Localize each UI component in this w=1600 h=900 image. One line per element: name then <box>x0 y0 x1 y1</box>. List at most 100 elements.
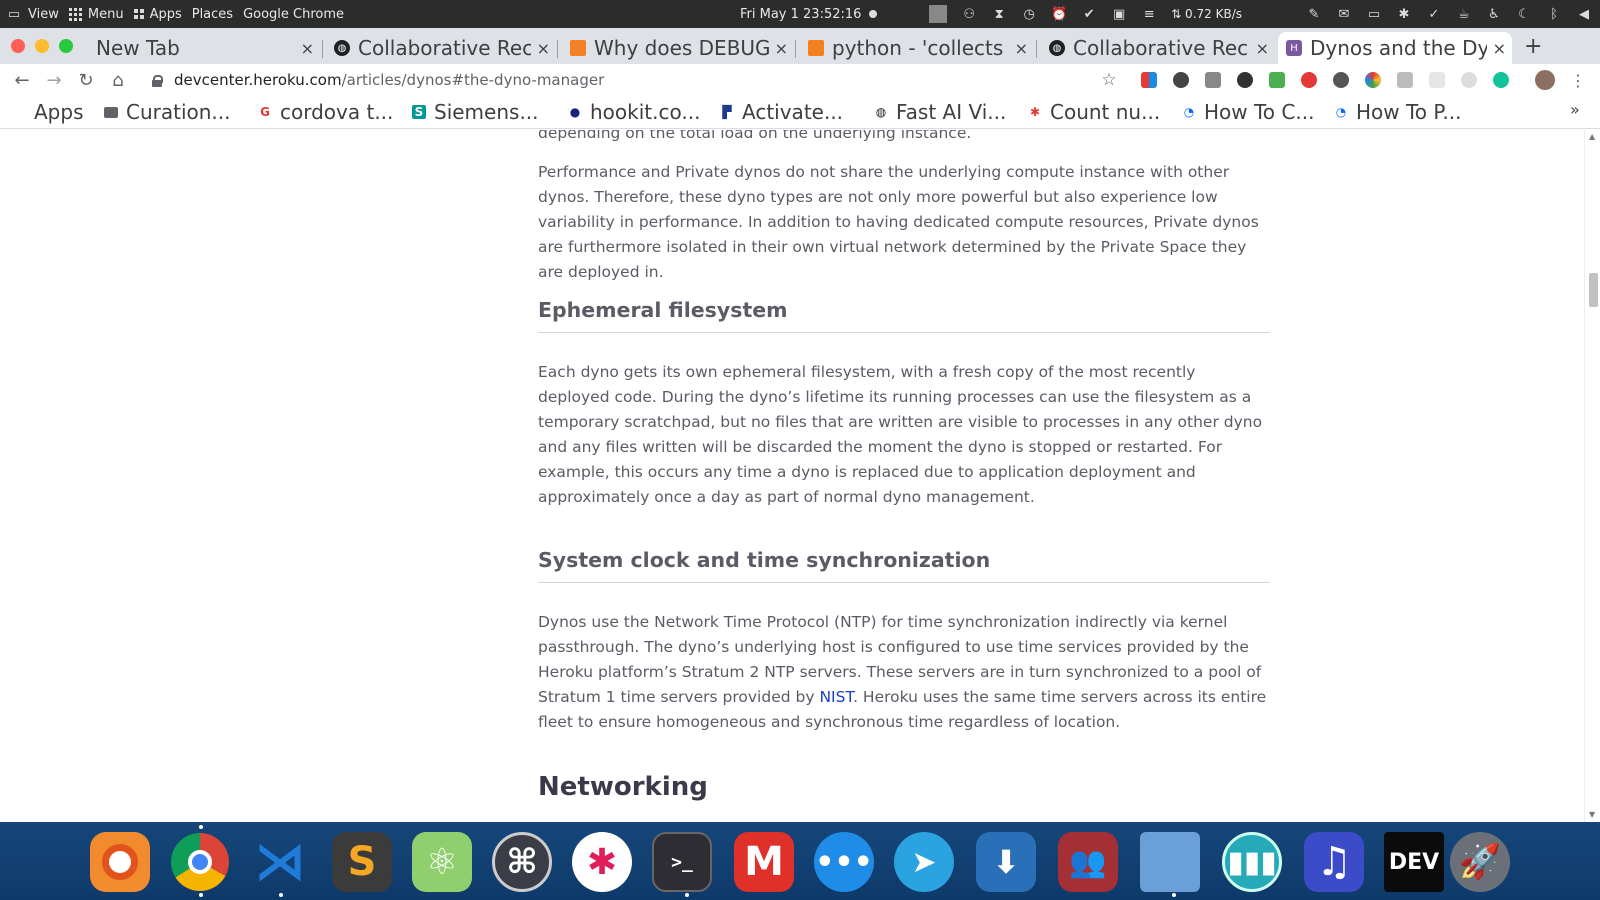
bookmark-star-button[interactable]: ☆ <box>1097 68 1121 92</box>
tab-why-does-debug[interactable]: Why does DEBUG × <box>562 32 794 64</box>
checkmark-tray-icon[interactable]: ✓ <box>1426 6 1442 22</box>
window-icon: ▭ <box>7 6 21 22</box>
forward-button[interactable]: → <box>42 68 66 92</box>
pin-extension-icon[interactable] <box>1205 72 1221 88</box>
globe-icon: ◍ <box>334 40 350 56</box>
tab-dynos-active[interactable]: H Dynos and the Dy × <box>1278 32 1512 64</box>
green-arrow-extension-icon[interactable] <box>1269 72 1285 88</box>
bookmark-siemens[interactable]: S Siemens... <box>412 100 539 124</box>
grammarly-extension-icon[interactable] <box>1493 72 1509 88</box>
view-menu[interactable]: ▭ View <box>6 6 59 22</box>
terminal-icon[interactable]: >_ <box>652 832 712 892</box>
pencil-icon[interactable]: ✎ <box>1306 6 1322 22</box>
atom-icon[interactable]: ⚛ <box>412 832 472 892</box>
nist-link[interactable]: NIST <box>819 688 853 706</box>
bookmarks-bar: Apps Curation... G cordova t... S Siemen… <box>0 96 1600 129</box>
reload-button[interactable]: ↻ <box>74 68 98 92</box>
bookmark-curation[interactable]: Curation... <box>104 100 231 124</box>
volume-icon[interactable]: ◀ <box>1576 6 1592 22</box>
scrollbar-thumb[interactable] <box>1589 273 1598 307</box>
telegram-icon[interactable]: ➤ <box>894 832 954 892</box>
clipboard-icon[interactable]: ≡ <box>1141 6 1157 22</box>
close-icon[interactable]: × <box>775 39 788 58</box>
close-icon[interactable]: × <box>1015 39 1028 58</box>
clock-area[interactable]: Fri May 1 23:52:16 <box>740 0 878 28</box>
night-mode-icon[interactable]: ☾ <box>1516 6 1532 22</box>
close-icon[interactable]: × <box>537 39 550 58</box>
stats-icon[interactable]: ▮▮▮ <box>1222 832 1282 892</box>
github-extension-icon[interactable] <box>1173 72 1189 88</box>
places-menu[interactable]: Places <box>192 7 233 22</box>
accessibility-icon[interactable]: ♿ <box>1486 6 1502 22</box>
tab-title: python - 'collects <box>832 36 1004 60</box>
places-label: Places <box>191 6 234 22</box>
coffee-icon[interactable]: ☕ <box>1456 6 1472 22</box>
download-extension-icon[interactable] <box>1237 72 1253 88</box>
bookmark-apps[interactable]: Apps <box>12 100 84 124</box>
back-button[interactable]: ← <box>10 68 34 92</box>
close-icon[interactable]: × <box>1256 39 1269 58</box>
workspace-icon[interactable] <box>929 5 948 23</box>
gitkraken-icon[interactable]: ⌘ <box>492 832 552 892</box>
close-window-button[interactable] <box>11 39 25 53</box>
gmail-icon[interactable]: M <box>734 832 794 892</box>
files-icon[interactable] <box>1140 832 1200 892</box>
slack-tray-icon[interactable]: ✱ <box>1396 6 1412 22</box>
launcher-icon[interactable]: 🚀 <box>1450 832 1510 892</box>
tab-new-tab[interactable]: New Tab × <box>88 32 320 64</box>
new-tab-button[interactable]: + <box>1524 34 1542 59</box>
image-extension-icon[interactable] <box>1397 72 1413 88</box>
extension-colorful-icon[interactable] <box>1141 72 1157 88</box>
active-app-menu[interactable]: Google Chrome <box>243 7 344 22</box>
bookmark-how-to-p[interactable]: ◔ How To P... <box>1334 100 1462 124</box>
hourglass-icon[interactable]: ⧗ <box>991 6 1007 22</box>
home-button[interactable]: ⌂ <box>106 68 130 92</box>
chrome-icon[interactable] <box>170 832 230 892</box>
grey-extension-icon[interactable] <box>1429 72 1445 88</box>
firefox-icon[interactable] <box>90 832 150 892</box>
display-icon[interactable]: ▭ <box>1366 6 1382 22</box>
close-icon[interactable]: × <box>301 39 314 58</box>
timer-icon[interactable]: ◷ <box>1021 6 1037 22</box>
tab-python-collects[interactable]: python - 'collects × <box>800 32 1034 64</box>
sublime-text-icon[interactable]: S <box>332 832 392 892</box>
bookmark-cordova[interactable]: G cordova t... <box>258 100 393 124</box>
menu-button[interactable]: Menu <box>68 7 124 22</box>
lock-tray-icon[interactable]: ▣ <box>1111 6 1127 22</box>
tab-collaborative-rec-2[interactable]: ◍ Collaborative Rec × <box>1041 32 1275 64</box>
dev-to-icon[interactable]: DEV <box>1384 832 1444 892</box>
chrome-menu-button[interactable]: ⋮ <box>1566 68 1590 92</box>
red-record-extension-icon[interactable] <box>1301 72 1317 88</box>
vertical-scrollbar[interactable]: ▲ ▼ <box>1584 130 1600 822</box>
apps-menu[interactable]: Apps <box>133 7 182 22</box>
bookmark-hookit[interactable]: ● hookit.co... <box>568 100 701 124</box>
avatar[interactable] <box>1535 70 1555 90</box>
slack-icon[interactable]: ✱ <box>572 832 632 892</box>
contacts-icon[interactable]: 👥 <box>1058 832 1118 892</box>
alarm-icon[interactable]: ⏰ <box>1051 6 1067 22</box>
scroll-up-arrow-icon[interactable]: ▲ <box>1589 132 1595 141</box>
maximize-window-button[interactable] <box>59 39 73 53</box>
bookmark-activate[interactable]: ▛ Activate... <box>720 100 843 124</box>
mail-icon[interactable]: ✉ <box>1336 6 1352 22</box>
people-icon[interactable]: ⚇ <box>961 6 977 22</box>
scroll-down-arrow-icon[interactable]: ▼ <box>1589 810 1595 819</box>
check-icon[interactable]: ✔ <box>1081 6 1097 22</box>
minimize-window-button[interactable] <box>35 39 49 53</box>
vscode-icon[interactable]: ⋊ <box>250 832 310 892</box>
software-center-icon[interactable]: ⬇ <box>976 832 1036 892</box>
bookmark-how-to-c[interactable]: ◔ How To C... <box>1182 100 1315 124</box>
bookmark-label: Curation... <box>126 100 231 124</box>
close-icon[interactable]: × <box>1493 39 1506 58</box>
bookmarks-overflow-button[interactable]: » <box>1570 100 1580 119</box>
bookmark-count-nu[interactable]: ✱ Count nu... <box>1028 100 1160 124</box>
dots-extension-icon[interactable] <box>1333 72 1349 88</box>
messages-icon[interactable]: ••• <box>814 832 874 892</box>
tab-collaborative-rec-1[interactable]: ◍ Collaborative Rec × <box>326 32 556 64</box>
music-icon[interactable]: ♫ <box>1304 832 1364 892</box>
address-bar[interactable]: devcenter.heroku.com /articles/dynos#the… <box>140 66 1420 94</box>
color-wheel-extension-icon[interactable] <box>1365 72 1381 88</box>
timer-extension-icon[interactable] <box>1461 72 1477 88</box>
bookmark-fast-ai[interactable]: ◍ Fast AI Vi... <box>874 100 1007 124</box>
bluetooth-icon[interactable]: ᛒ <box>1546 6 1562 22</box>
